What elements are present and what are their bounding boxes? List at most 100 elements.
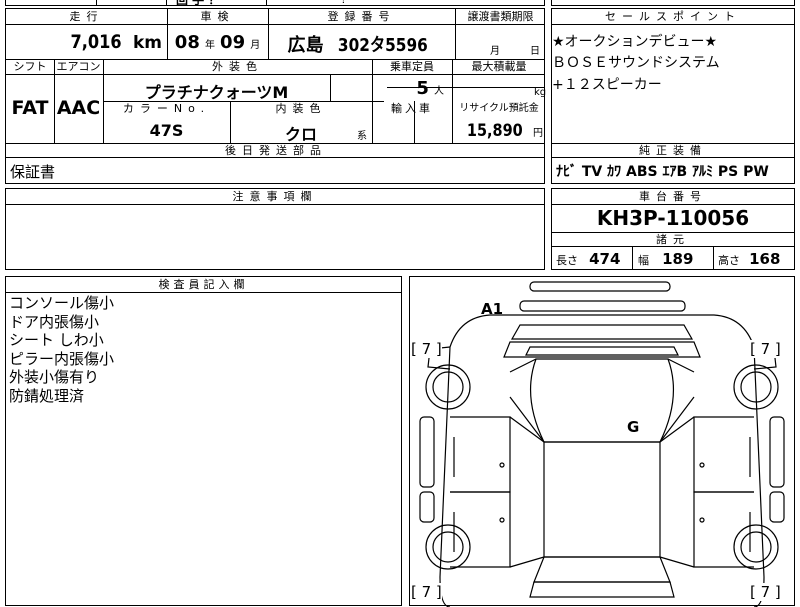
equipment-value: ﾅﾋﾞ TV ｶﾜ ABS ｴｱB ｱﾙﾐ PS PW: [556, 164, 769, 180]
left-sill-rear: [419, 491, 435, 523]
chassis-box: 車台番号 KH3P-110056 諸元 長さ 474 幅 189 高さ 168: [551, 188, 795, 270]
right-rear-wheel: [733, 524, 779, 570]
inspector-note-5: 外装小傷有り: [9, 368, 100, 386]
mileage-value: 7,016 km: [6, 31, 162, 53]
spec-width: 幅 189: [638, 249, 693, 268]
inspection-value: 08 年 09 月: [167, 32, 268, 53]
top-partial-right: [551, 0, 795, 6]
inspector-note-3: シート しわ小: [9, 331, 104, 349]
inspector-notes-box: 検査員記入欄 コンソール傷小 ドア内張傷小 シート しわ小 ピラー内張傷小 外装…: [5, 276, 402, 606]
interior-color-header: 内装色: [275, 102, 327, 115]
capacity-number: 5: [416, 78, 429, 99]
capacity-value: 5 人: [372, 78, 452, 99]
top-partial-right-text: ？: [341, 0, 351, 6]
tread-rear-right: [ 7 ]: [750, 583, 781, 601]
vehicle-info-form: 走行 車検 登録番号 譲渡書類期限 7,016 km 08 年 09 月 広島 …: [5, 8, 547, 184]
deferred-parts-header: 後日発送部品: [225, 144, 327, 157]
roof: [543, 441, 661, 558]
max-load-header: 最大積載量: [471, 60, 527, 73]
registration-value: 広島 302タ5596: [268, 31, 455, 57]
inspection-year: 08: [174, 32, 200, 53]
right-rear-handle: [699, 517, 705, 523]
import-header: 輸入車: [391, 102, 433, 115]
inspection-month-unit: 月: [250, 40, 261, 51]
top-partial-left-text: 回 手 ？: [176, 0, 221, 7]
mark-a1: A1: [481, 300, 504, 318]
exterior-color-header: 外装色: [212, 60, 263, 73]
spec-width-value: 189: [662, 250, 694, 268]
mileage-number: 7,016: [70, 31, 122, 53]
aircon-header: エアコン: [56, 60, 101, 73]
max-load-unit: kg: [534, 87, 547, 98]
left-rear-door: [450, 491, 511, 568]
registration-header: 登録番号: [327, 10, 396, 23]
spec-length-label: 長さ: [556, 254, 578, 267]
recycle-unit: 円: [533, 128, 543, 139]
mileage-unit: km: [132, 33, 162, 53]
inspector-notes-header: 検査員記入欄: [158, 278, 249, 291]
sales-points-box: セールスポイント ★オークションデビュー★ ＢＯＳＥサウンドシステム +１２スピ…: [551, 8, 795, 184]
inspector-note-4: ピラー内張傷小: [9, 349, 115, 368]
right-front-door: [693, 416, 754, 493]
exterior-color-value: プラチナクォーツM: [144, 83, 289, 102]
transfer-day-unit: 日: [530, 46, 540, 57]
inspection-year-unit: 年: [204, 40, 215, 51]
inspector-notes-list: コンソール傷小 ドア内張傷小 シート しわ小 ピラー内張傷小 外装小傷有り 防錆…: [9, 294, 114, 405]
sales-point-2: ＢＯＳＥサウンドシステム: [552, 55, 720, 71]
equipment-header: 純正装備: [639, 144, 707, 157]
left-front-door: [450, 416, 511, 493]
aircon-value: AAC: [56, 97, 101, 119]
a-pillars: [509, 358, 695, 373]
spec-height: 高さ 168: [718, 249, 780, 268]
transfer-deadline-header: 譲渡書類期限: [467, 10, 534, 23]
transfer-month-unit: 月: [490, 46, 500, 57]
right-front-handle: [699, 462, 705, 468]
inspector-note-6: 防錆処理済: [9, 386, 85, 405]
rear-hatch: [529, 581, 675, 598]
sales-point-1: ★オークションデビュー★: [552, 34, 718, 50]
inspection-month: 09: [220, 32, 246, 53]
registration-number: 302タ5596: [337, 35, 428, 56]
recycle-header: リサイクル預託金: [459, 103, 539, 114]
shift-header: シフト: [13, 60, 47, 73]
hood-top: [510, 324, 694, 340]
inspector-note-1: コンソール傷小: [9, 294, 115, 312]
left-window-lines: [509, 416, 545, 568]
tread-front-left: [ 7 ]: [411, 340, 442, 358]
mark-g: G: [627, 418, 640, 436]
windshield: [529, 358, 675, 443]
rear-window: [533, 556, 671, 583]
left-sill-front: [419, 416, 435, 488]
spec-height-label: 高さ: [718, 254, 740, 267]
mileage-header: 走行: [69, 10, 104, 23]
color-no-header: カラーNo.: [122, 102, 211, 115]
recycle-value: 15,890 円: [452, 121, 546, 141]
spec-height-value: 168: [749, 250, 781, 268]
right-sill-rear: [769, 491, 785, 523]
interior-color-value: クロ: [284, 125, 317, 144]
deferred-parts-value: 保証書: [10, 163, 56, 181]
notes-header: 注意事項欄: [232, 190, 318, 203]
chassis-no-header: 車台番号: [639, 190, 707, 203]
registration-region: 広島: [287, 35, 324, 56]
left-rear-handle: [499, 517, 505, 523]
interior-color-suffix: 系: [357, 131, 367, 142]
inspection-header: 車検: [200, 10, 235, 23]
car-diagram-box: A1 G [ 7 ] [ 7 ] [ 7 ] [ 7 ]: [409, 276, 795, 607]
car-diagram: [419, 281, 785, 607]
right-sill-front: [769, 416, 785, 488]
sales-points-header: セールスポイント: [605, 10, 741, 23]
tread-front-right: [ 7 ]: [750, 340, 781, 358]
front-bumper-top-part: [529, 281, 671, 292]
capacity-header: 乗車定員: [390, 60, 434, 73]
left-rear-wheel: [425, 524, 471, 570]
hood-inner: [525, 346, 679, 356]
front-bumper: [519, 300, 686, 312]
spec-length: 長さ 474: [556, 249, 620, 268]
inspector-note-2: ドア内張傷小: [9, 312, 100, 331]
sales-point-3: +１２スピーカー: [552, 77, 662, 93]
color-no-value: 47S: [149, 121, 184, 140]
chassis-no-value: KH3P-110056: [596, 206, 750, 230]
left-front-handle: [499, 462, 505, 468]
right-rear-door: [693, 491, 754, 568]
